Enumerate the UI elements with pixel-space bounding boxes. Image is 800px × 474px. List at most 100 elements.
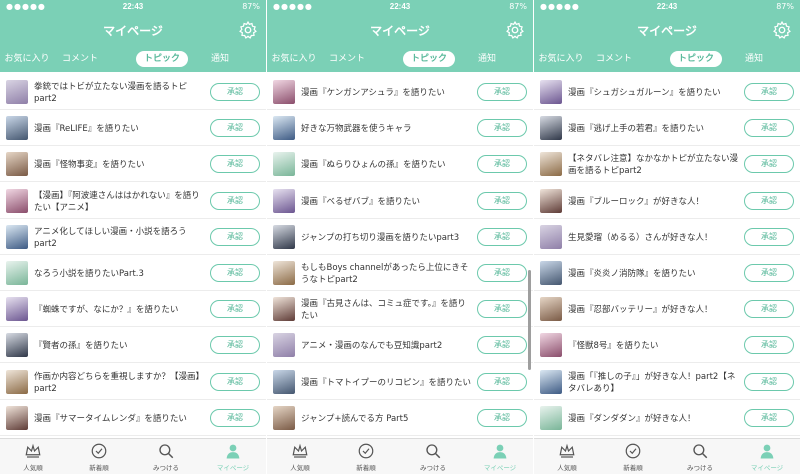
nav-item-2[interactable]: みつける <box>133 442 199 474</box>
approve-button[interactable]: 承認 <box>744 264 794 282</box>
approve-button[interactable]: 承認 <box>744 227 794 246</box>
list-item[interactable]: 漫画『サマータイムレンダ』を語りたい 承認 <box>0 400 266 436</box>
topic-title[interactable]: 漫画「『推しの子』」が好きな人！part2【ネタバレあり】 <box>568 368 738 398</box>
approve-button[interactable]: 承認 <box>477 155 527 174</box>
topic-title[interactable]: 漫画『べるぜバブ』を語りたい <box>301 187 471 217</box>
list-item[interactable]: アニメ・漫画のなんでも豆知識part2 承認 <box>267 327 533 364</box>
topic-title[interactable]: 漫画『怪物事変』を語りたい <box>34 150 204 180</box>
nav-item-1[interactable]: 新着順 <box>66 442 132 474</box>
list-item[interactable]: 『賢者の孫』を語りたい 承認 <box>0 327 266 364</box>
tab-3[interactable]: 通知 <box>196 51 244 67</box>
approve-button[interactable]: 承認 <box>210 227 260 246</box>
tab-0[interactable]: お気に入り <box>269 51 319 67</box>
list-item[interactable]: 『蜘蛛ですが、なにか？』を語りたい 承認 <box>0 291 266 328</box>
tab-1[interactable]: コメント <box>323 51 371 67</box>
approve-button[interactable]: 承認 <box>477 336 527 355</box>
tab-3[interactable]: 通知 <box>463 51 511 67</box>
approve-button[interactable]: 承認 <box>210 300 260 319</box>
list-item[interactable]: もしもBoys channelがあったら上位にきそうなトピpart2 承認 <box>267 255 533 291</box>
topic-title[interactable]: 漫画『ReLIFE』を語りたい <box>34 114 204 144</box>
list-item[interactable]: ジャンプの打ち切り漫画を語りたいpart3 承認 <box>267 219 533 255</box>
topic-title[interactable]: 漫画『サマータイムレンダ』を語りたい <box>34 404 204 434</box>
topic-title[interactable]: 【ネタバレ注意】なかなかトピが立たない漫画を語るトピpart2 <box>568 150 738 180</box>
topic-title[interactable]: 漫画『ブルーロック』が好きな人！ <box>568 187 738 217</box>
approve-button[interactable]: 承認 <box>210 336 260 355</box>
topic-title[interactable]: 『蜘蛛ですが、なにか？』を語りたい <box>34 295 204 325</box>
topic-title[interactable]: アニメ・漫画のなんでも豆知識part2 <box>301 331 471 361</box>
topic-title[interactable]: 作画か内容どちらを重視しますか？【漫画】part2 <box>34 368 204 398</box>
approve-button[interactable]: 承認 <box>477 83 527 101</box>
list-item[interactable]: 漫画『ダンダダン』が好きな人！ 承認 <box>534 400 800 436</box>
tab-3[interactable]: 通知 <box>730 51 778 67</box>
approve-button[interactable]: 承認 <box>210 372 260 391</box>
list-item[interactable]: 漫画「『推しの子』」が好きな人！part2【ネタバレあり】 承認 <box>534 364 800 400</box>
nav-item-0[interactable]: 人気順 <box>267 442 333 474</box>
nav-item-3[interactable]: マイページ <box>200 442 266 474</box>
list-item[interactable]: 漫画『ReLIFE』を語りたい 承認 <box>0 110 266 147</box>
approve-button[interactable]: 承認 <box>477 372 527 391</box>
list-item[interactable]: 漫画『炎炎ノ消防隊』を語りたい 承認 <box>534 255 800 291</box>
topic-title[interactable]: 漫画『ぬらりひょんの孫』を語りたい <box>301 150 471 180</box>
approve-button[interactable]: 承認 <box>744 119 794 138</box>
tab-2[interactable]: トピック <box>136 51 188 67</box>
nav-item-0[interactable]: 人気順 <box>534 442 600 474</box>
nav-item-3[interactable]: マイページ <box>734 442 800 474</box>
list-item[interactable]: 漫画『べるぜバブ』を語りたい 承認 <box>267 183 533 219</box>
topic-title[interactable]: 拳銃ではトビが立たない漫画を語るトピpart2 <box>34 78 204 108</box>
scrollbar[interactable] <box>528 270 531 370</box>
nav-item-3[interactable]: マイページ <box>467 442 533 474</box>
topic-title[interactable]: 漫画『ダンダダン』が好きな人！ <box>568 404 738 434</box>
list-item[interactable]: 漫画『ケンガンアシュラ』を語りたい 承認 <box>267 74 533 110</box>
approve-button[interactable]: 承認 <box>477 300 527 319</box>
list-item[interactable]: 漫画『トマトイプーのリコピン』を語りたい 承認 <box>267 364 533 400</box>
topic-title[interactable]: 『賢者の孫』を語りたい <box>34 331 204 361</box>
tab-2[interactable]: トピック <box>403 51 455 67</box>
topic-title[interactable]: ジャンプ+読んでる方 Part5 <box>301 404 471 434</box>
tab-2[interactable]: トピック <box>670 51 722 67</box>
topic-title[interactable]: 好きな万物武器を使うキャラ <box>301 114 471 144</box>
tab-0[interactable]: お気に入り <box>536 51 586 67</box>
approve-button[interactable]: 承認 <box>744 408 794 427</box>
approve-button[interactable]: 承認 <box>210 155 260 174</box>
approve-button[interactable]: 承認 <box>744 83 794 101</box>
topic-title[interactable]: 漫画『古見さんは、コミュ症です。』を語りたい <box>301 295 471 325</box>
topic-title[interactable]: 漫画『トマトイプーのリコピン』を語りたい <box>301 368 471 398</box>
list-item[interactable]: 漫画『ぬらりひょんの孫』を語りたい 承認 <box>267 146 533 183</box>
approve-button[interactable]: 承認 <box>477 408 527 427</box>
topic-title[interactable]: 【漫画】『阿波連さんははかれない』を語りたい【アニメ】 <box>34 187 204 217</box>
list-item[interactable]: 好きな万物武器を使うキャラ 承認 <box>267 110 533 147</box>
approve-button[interactable]: 承認 <box>210 264 260 282</box>
list-item[interactable]: 漫画『ブルーロック』が好きな人！ 承認 <box>534 183 800 219</box>
topic-title[interactable]: 漫画『炎炎ノ消防隊』を語りたい <box>568 259 738 289</box>
nav-item-1[interactable]: 新着順 <box>333 442 399 474</box>
approve-button[interactable]: 承認 <box>210 119 260 138</box>
approve-button[interactable]: 承認 <box>477 119 527 138</box>
topic-title[interactable]: 漫画『忍部バッテリー』が好きな人！ <box>568 295 738 325</box>
approve-button[interactable]: 承認 <box>477 264 527 282</box>
approve-button[interactable]: 承認 <box>210 408 260 427</box>
list-item[interactable]: 漫画『シュガシュガルーン』を語りたい 承認 <box>534 74 800 110</box>
approve-button[interactable]: 承認 <box>210 191 260 210</box>
topic-title[interactable]: もしもBoys channelがあったら上位にきそうなトピpart2 <box>301 259 471 289</box>
tab-0[interactable]: お気に入り <box>2 51 52 67</box>
topic-title[interactable]: なろう小説を語りたいPart.3 <box>34 259 204 289</box>
topic-title[interactable]: 生見愛瑠（めるる）さんが好きな人！ <box>568 223 738 253</box>
list-item[interactable]: 漫画『忍部バッテリー』が好きな人！ 承認 <box>534 291 800 328</box>
topic-title[interactable]: ジャンプの打ち切り漫画を語りたいpart3 <box>301 223 471 253</box>
list-item[interactable]: ジャンプ+読んでる方 Part5 承認 <box>267 400 533 436</box>
list-item[interactable]: 漫画『怪物事変』を語りたい 承認 <box>0 146 266 183</box>
topic-title[interactable]: 漫画『逃げ上手の若君』を語りたい <box>568 114 738 144</box>
list-item[interactable]: 生見愛瑠（めるる）さんが好きな人！ 承認 <box>534 219 800 255</box>
list-item[interactable]: 作画か内容どちらを重視しますか？【漫画】part2 承認 <box>0 364 266 400</box>
topic-title[interactable]: アニメ化してほしい漫画・小説を語ろうpart2 <box>34 223 204 253</box>
nav-item-1[interactable]: 新着順 <box>600 442 666 474</box>
approve-button[interactable]: 承認 <box>477 191 527 210</box>
nav-item-0[interactable]: 人気順 <box>0 442 66 474</box>
approve-button[interactable]: 承認 <box>744 155 794 174</box>
list-item[interactable]: 拳銃ではトビが立たない漫画を語るトピpart2 承認 <box>0 74 266 110</box>
topic-title[interactable]: 漫画『シュガシュガルーン』を語りたい <box>568 78 738 108</box>
approve-button[interactable]: 承認 <box>744 191 794 210</box>
approve-button[interactable]: 承認 <box>744 372 794 391</box>
gear-icon[interactable] <box>772 20 792 40</box>
approve-button[interactable]: 承認 <box>477 227 527 246</box>
